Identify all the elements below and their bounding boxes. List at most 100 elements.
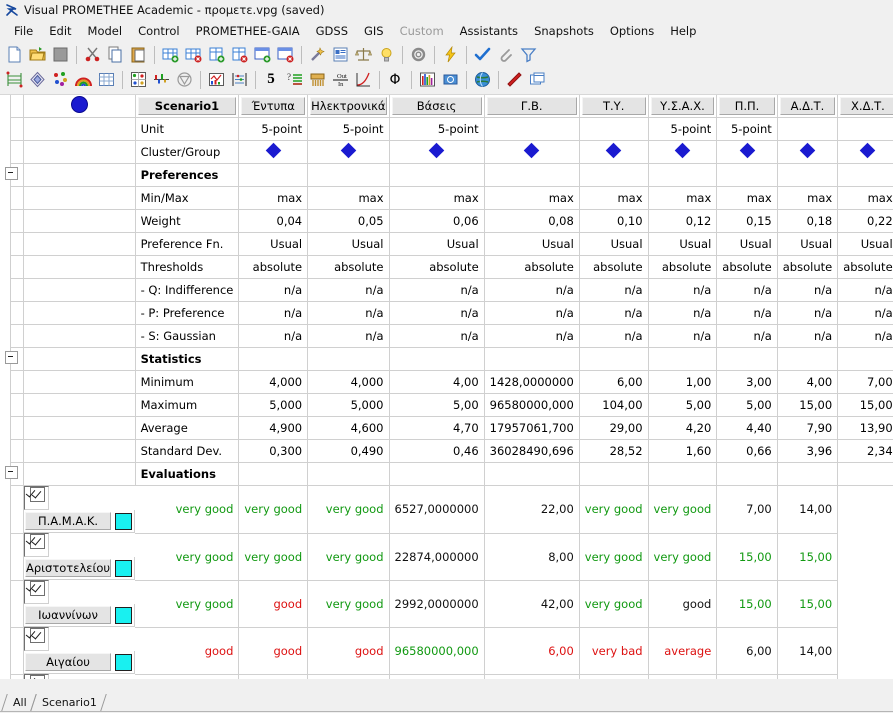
- evaluation-cell[interactable]: 15,00: [777, 674, 839, 679]
- value-cell[interactable]: 0,300: [238, 439, 309, 463]
- checkbox-checked-icon[interactable]: [30, 628, 45, 643]
- value-cell[interactable]: n/a: [389, 278, 485, 302]
- value-cell[interactable]: 4,000: [238, 370, 309, 394]
- value-cell[interactable]: n/a: [579, 278, 649, 302]
- value-cell[interactable]: n/a: [238, 278, 309, 302]
- evaluation-cell[interactable]: 22874,000000: [389, 533, 485, 581]
- value-cell[interactable]: absolute: [389, 255, 485, 279]
- value-cell[interactable]: 1,00: [648, 370, 718, 394]
- horizontal-scrollbar[interactable]: [0, 679, 893, 693]
- value-cell[interactable]: max: [777, 186, 839, 210]
- network-icon[interactable]: [3, 69, 25, 91]
- evaluation-cell[interactable]: 15,00: [777, 580, 839, 628]
- value-cell[interactable]: absolute: [579, 255, 649, 279]
- value-cell[interactable]: Usual: [648, 232, 718, 256]
- evaluation-cell[interactable]: very good: [579, 674, 649, 679]
- evaluation-cell[interactable]: 6527,0000000: [389, 485, 485, 534]
- evaluation-cell[interactable]: very good: [238, 485, 309, 534]
- evaluation-cell[interactable]: 14,00: [777, 485, 839, 534]
- action-checkbox[interactable]: [24, 627, 49, 651]
- evaluation-cell[interactable]: 6,00: [716, 627, 778, 675]
- value-cell[interactable]: 0,66: [716, 439, 778, 463]
- value-cell[interactable]: 5,000: [307, 393, 390, 417]
- evaluation-cell[interactable]: average: [648, 627, 718, 675]
- value-cell[interactable]: 7,00: [837, 370, 893, 394]
- diamond-ranking-icon[interactable]: [26, 69, 48, 91]
- value-cell[interactable]: n/a: [837, 301, 893, 325]
- un-flag-icon[interactable]: [439, 69, 461, 91]
- value-cell[interactable]: 4,20: [648, 416, 718, 440]
- interval-plot-icon[interactable]: [228, 69, 250, 91]
- evaluation-cell[interactable]: very good: [307, 674, 390, 679]
- action-checkbox[interactable]: [24, 674, 49, 679]
- value-cell[interactable]: 0,10: [579, 209, 649, 233]
- evaluation-cell[interactable]: 15,00: [777, 533, 839, 581]
- value-cell[interactable]: max: [307, 186, 390, 210]
- value-cell[interactable]: 5,00: [389, 393, 485, 417]
- table-grid-icon[interactable]: [95, 69, 117, 91]
- value-cell[interactable]: n/a: [716, 301, 778, 325]
- value-cell[interactable]: Usual: [389, 232, 485, 256]
- evaluation-cell[interactable]: 10,00: [716, 674, 778, 679]
- value-cell[interactable]: 36028490,696: [484, 439, 580, 463]
- value-cell[interactable]: 7,90: [777, 416, 839, 440]
- criteria-grid[interactable]: Scenario1 Έντυπα Ηλεκτρονικά Βάσεις Γ.Β. Τ.Υ.…: [0, 94, 893, 679]
- copy-icon[interactable]: [104, 44, 126, 66]
- value-cell[interactable]: n/a: [307, 278, 390, 302]
- scenario-header-button[interactable]: Scenario1: [135, 95, 240, 118]
- evaluation-cell[interactable]: 104,00: [484, 674, 580, 679]
- sheet-tab-bar[interactable]: All Scenario1: [0, 693, 893, 713]
- menu-gdss[interactable]: GDSS: [308, 22, 356, 40]
- value-cell[interactable]: 0,05: [307, 209, 390, 233]
- action-checkbox[interactable]: [24, 533, 49, 557]
- profiles-bars-icon[interactable]: [150, 69, 172, 91]
- evaluation-cell[interactable]: very good: [238, 674, 309, 679]
- criterion-header-3[interactable]: Βάσεις: [389, 95, 485, 118]
- value-cell[interactable]: absolute: [777, 255, 839, 279]
- value-cell[interactable]: max: [579, 186, 649, 210]
- value-cell[interactable]: Usual: [837, 232, 893, 256]
- evaluation-cell[interactable]: very good: [238, 533, 309, 581]
- curve-icon[interactable]: [352, 69, 374, 91]
- value-cell[interactable]: absolute: [484, 255, 580, 279]
- rainbow-icon[interactable]: [72, 69, 94, 91]
- evaluation-cell[interactable]: very good: [307, 533, 390, 581]
- action-color-swatch[interactable]: [115, 559, 133, 577]
- value-cell[interactable]: 96580000,000: [484, 393, 580, 417]
- evaluation-cell[interactable]: 15,00: [716, 580, 778, 628]
- value-cell[interactable]: 0,18: [777, 209, 839, 233]
- evaluation-cell[interactable]: very good: [579, 580, 649, 628]
- value-cell[interactable]: n/a: [579, 324, 649, 348]
- lightning-icon[interactable]: [439, 44, 461, 66]
- criterion-header-2[interactable]: Ηλεκτρονικά: [307, 95, 390, 118]
- evaluation-cell[interactable]: 96580000,000: [389, 627, 485, 675]
- menu-control[interactable]: Control: [130, 22, 188, 40]
- evaluation-cell[interactable]: 2992,0000000: [389, 580, 485, 628]
- checkbox-checked-icon[interactable]: [30, 534, 45, 549]
- evaluation-cell[interactable]: 7,00: [716, 485, 778, 534]
- red-bookmark-icon[interactable]: [503, 69, 525, 91]
- criterion-header-1[interactable]: Έντυπα: [238, 95, 309, 118]
- value-cell[interactable]: max: [389, 186, 485, 210]
- checkbox-checked-icon[interactable]: [30, 581, 45, 596]
- action-color-swatch[interactable]: [115, 606, 133, 624]
- add-column-icon[interactable]: [205, 44, 227, 66]
- criterion-header-9[interactable]: Χ.Δ.Τ.: [837, 95, 893, 118]
- walking-weights-icon[interactable]: [173, 69, 195, 91]
- value-cell[interactable]: 5,00: [648, 393, 718, 417]
- value-cell[interactable]: 0,08: [484, 209, 580, 233]
- value-cell[interactable]: n/a: [648, 301, 718, 325]
- value-cell[interactable]: n/a: [837, 324, 893, 348]
- value-cell[interactable]: [484, 117, 580, 141]
- evaluation-cell[interactable]: good: [307, 627, 390, 675]
- evaluation-cell[interactable]: 22,00: [484, 485, 580, 534]
- criterion-header-6[interactable]: Υ.Σ.Α.Χ.: [648, 95, 718, 118]
- value-cell[interactable]: 0,06: [389, 209, 485, 233]
- value-cell[interactable]: 0,12: [648, 209, 718, 233]
- value-cell[interactable]: max: [238, 186, 309, 210]
- lightbulb-icon[interactable]: [375, 44, 397, 66]
- value-cell[interactable]: Usual: [307, 232, 390, 256]
- value-cell[interactable]: 3,00: [716, 370, 778, 394]
- value-cell[interactable]: n/a: [716, 324, 778, 348]
- action-checkbox[interactable]: [24, 580, 49, 604]
